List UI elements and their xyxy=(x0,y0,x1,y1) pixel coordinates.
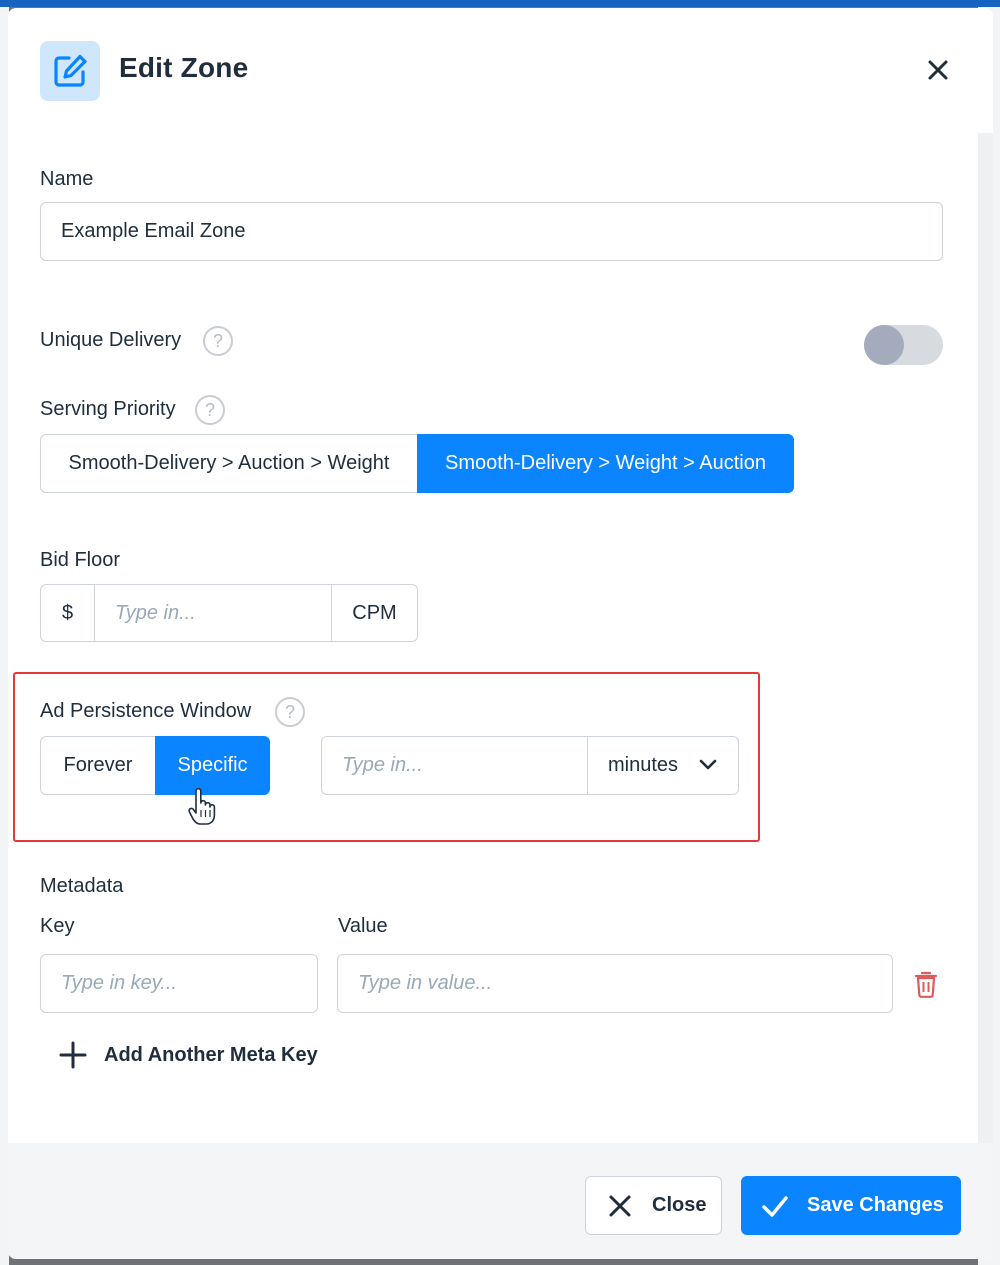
edit-icon xyxy=(40,41,100,101)
close-button[interactable]: Close xyxy=(585,1176,722,1235)
save-changes-label: Save Changes xyxy=(807,1194,944,1216)
ad-persistence-label: Ad Persistence Window xyxy=(40,700,252,722)
name-input[interactable] xyxy=(40,202,943,261)
add-meta-key-label: Add Another Meta Key xyxy=(104,1043,318,1066)
unique-delivery-toggle[interactable] xyxy=(864,325,943,365)
metadata-key-label: Key xyxy=(40,915,75,937)
bid-floor-label: Bid Floor xyxy=(40,549,121,571)
modal-title: Edit Zone xyxy=(119,52,249,83)
serving-priority-option-auction-first[interactable]: Smooth-Delivery > Auction > Weight xyxy=(40,434,418,493)
close-button-label: Close xyxy=(652,1194,707,1216)
edit-zone-modal: Edit Zone Name Unique Delivery ? Serving… xyxy=(8,8,993,1259)
metadata-value-input[interactable] xyxy=(337,954,893,1013)
persistence-option-specific[interactable]: Specific xyxy=(155,736,270,795)
serving-priority-label: Serving Priority xyxy=(40,398,176,420)
bid-floor-input[interactable] xyxy=(94,584,332,642)
save-changes-button[interactable]: Save Changes xyxy=(741,1176,961,1235)
metadata-key-input[interactable] xyxy=(40,954,318,1013)
unique-delivery-label: Unique Delivery xyxy=(40,329,182,351)
persistence-duration-input[interactable] xyxy=(321,736,589,795)
persistence-unit-value: minutes xyxy=(608,754,679,776)
checkmark-icon xyxy=(762,1195,788,1217)
background-top-stripe xyxy=(0,0,1000,7)
help-icon[interactable]: ? xyxy=(203,326,233,356)
close-icon xyxy=(609,1195,631,1216)
scrollbar-track[interactable] xyxy=(978,133,993,1143)
toggle-knob xyxy=(864,325,904,365)
trash-icon[interactable] xyxy=(914,970,938,998)
persistence-option-forever[interactable]: Forever xyxy=(40,736,156,795)
persistence-unit-select[interactable]: minutes xyxy=(587,736,739,795)
close-icon[interactable] xyxy=(922,54,954,86)
help-icon[interactable]: ? xyxy=(275,697,305,727)
cpm-suffix: CPM xyxy=(331,584,418,642)
metadata-label: Metadata xyxy=(40,875,124,897)
modal-header: Edit Zone xyxy=(8,8,993,133)
name-label: Name xyxy=(40,168,94,190)
plus-icon xyxy=(59,1041,87,1069)
currency-prefix: $ xyxy=(40,584,95,642)
serving-priority-option-weight-first[interactable]: Smooth-Delivery > Weight > Auction xyxy=(417,434,794,493)
help-icon[interactable]: ? xyxy=(195,395,225,425)
add-meta-key-button[interactable]: Add Another Meta Key xyxy=(58,1040,318,1070)
hand-pointer-icon xyxy=(188,788,216,825)
chevron-down-icon xyxy=(699,759,717,770)
metadata-value-label: Value xyxy=(338,915,388,937)
modal-footer: Close Save Changes xyxy=(8,1143,993,1259)
